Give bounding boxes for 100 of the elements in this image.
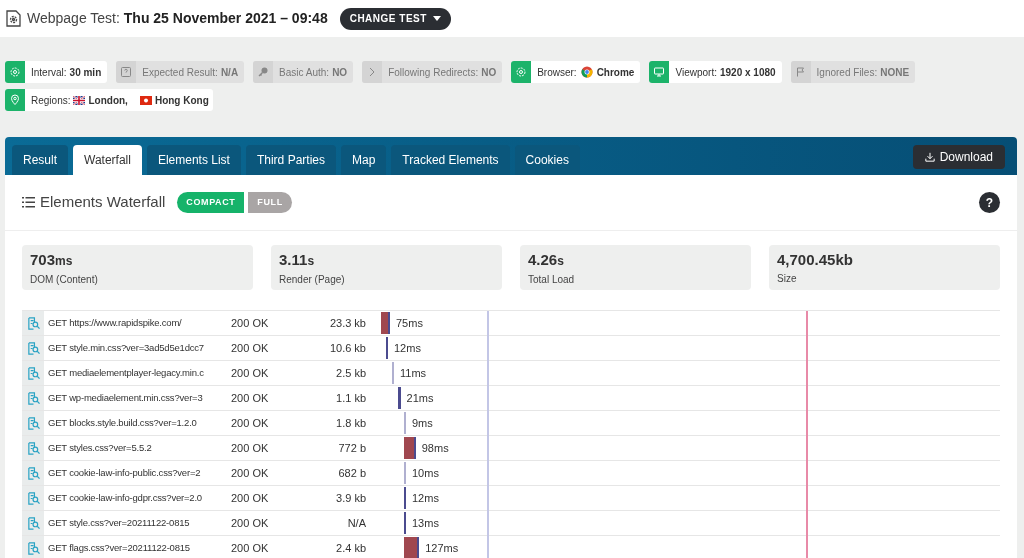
page-title: Webpage Test: Thu 25 November 2021 – 09:48 <box>27 9 328 28</box>
duration-text: 98ms <box>421 440 449 456</box>
inspect-icon[interactable] <box>26 516 40 530</box>
stat-value: 4,700.45kb <box>777 251 854 269</box>
document-gear-icon <box>6 10 21 27</box>
duration-text: 21ms <box>406 390 434 406</box>
browser-logo-icon <box>580 66 593 78</box>
request-url: GET style.min.css?ver=3ad5d5e1dcc7 <box>48 340 205 355</box>
inspect-icon[interactable] <box>26 541 40 555</box>
status-text: 200 OK <box>231 465 270 481</box>
stat-value: 4.26s <box>528 251 565 270</box>
filter-label: Regions: <box>31 93 71 108</box>
key-icon <box>257 66 270 78</box>
duration-text: 11ms <box>400 365 427 381</box>
tab[interactable]: Result <box>12 145 68 175</box>
download-icon <box>924 152 935 162</box>
status-text: 200 OK <box>231 415 270 431</box>
stat-value: 3.11s <box>279 251 316 270</box>
filter-value: 1920 x 1080 <box>719 65 776 80</box>
inspect-icon[interactable] <box>26 316 40 330</box>
request-url: GET blocks.style.build.css?ver=1.2.0 <box>48 415 198 430</box>
status-text: 200 OK <box>231 365 270 381</box>
list-icon <box>22 197 35 208</box>
inspect-icon[interactable] <box>26 491 40 505</box>
status-text: 200 OK <box>231 490 270 506</box>
caret-icon <box>432 16 441 21</box>
inspect-icon[interactable] <box>26 391 40 405</box>
size-text: 2.4 kb <box>335 540 366 556</box>
duration-text: 75ms <box>396 315 423 331</box>
stat-value: 703ms <box>30 251 74 270</box>
tab[interactable]: Elements List <box>146 145 241 175</box>
section-title: Elements Waterfall <box>40 192 166 213</box>
change-test-button[interactable]: CHANGE TEST <box>339 7 451 30</box>
stat-label: Size <box>777 272 798 286</box>
status-text: 200 OK <box>231 515 270 531</box>
status-text: 200 OK <box>231 340 270 356</box>
stat-label: Render (Page) <box>279 273 346 287</box>
status-text: 200 OK <box>231 315 270 331</box>
stat-label: DOM (Content) <box>30 273 99 287</box>
filter-value: NONE <box>880 65 910 80</box>
status-text: 200 OK <box>231 390 270 406</box>
gear-icon <box>515 66 528 78</box>
duration-text: 12ms <box>394 340 421 356</box>
tab[interactable]: Third Parties <box>245 145 336 175</box>
help-button[interactable]: ? <box>979 192 1000 213</box>
duration-text: 127ms <box>425 540 459 556</box>
filter-value: NO <box>481 65 497 80</box>
inspect-icon[interactable] <box>26 466 40 480</box>
hong-kong-flag-icon <box>139 95 152 105</box>
duration-text: 10ms <box>412 465 439 481</box>
duration-text: 9ms <box>412 415 433 431</box>
size-text: 10.6 kb <box>328 340 366 356</box>
filter-label: Ignored Files: <box>816 65 878 80</box>
tab[interactable]: Map <box>341 145 387 175</box>
size-text: N/A <box>346 515 366 531</box>
request-url: GET https://www.rapidspike.com/ <box>48 315 183 330</box>
status-text: 200 OK <box>231 440 270 456</box>
tab[interactable]: Waterfall <box>73 145 142 175</box>
filter-label: Browser: <box>537 65 577 80</box>
monitor-icon <box>653 66 666 78</box>
inspect-icon[interactable] <box>26 366 40 380</box>
request-url: GET styles.css?ver=5.5.2 <box>48 440 153 455</box>
location-pin-icon <box>9 94 21 106</box>
stat-label: Total Load <box>528 273 576 287</box>
request-url: GET cookie-law-info-public.css?ver=2 <box>48 465 202 480</box>
filter-label: Following Redirects: <box>388 65 479 80</box>
size-text: 23.3 kb <box>328 315 366 331</box>
region-name: Hong Kong <box>154 93 209 108</box>
status-text: 200 OK <box>231 540 270 556</box>
uk-flag-icon <box>73 95 86 105</box>
filter-label: Expected Result: <box>142 65 218 80</box>
size-text: 2.5 kb <box>335 365 366 381</box>
size-text: 1.8 kb <box>335 415 366 431</box>
tab[interactable]: Tracked Elements <box>391 145 510 175</box>
size-text: 682 b <box>337 465 366 481</box>
size-text: 1.1 kb <box>335 390 366 406</box>
inspect-icon[interactable] <box>26 441 40 455</box>
filter-value: 30 min <box>69 65 102 80</box>
inspect-icon[interactable] <box>26 416 40 430</box>
request-url: GET cookie-law-info-gdpr.css?ver=2.0 <box>48 490 203 505</box>
gear-icon <box>9 66 21 78</box>
filter-label: Basic Auth: <box>279 65 330 80</box>
filter-value: NO <box>332 65 348 80</box>
request-url: GET wp-mediaelement.min.css?ver=3 <box>48 390 204 405</box>
filter-label: Viewport: <box>675 65 717 80</box>
request-url: GET mediaelementplayer-legacy.min.c <box>48 365 205 380</box>
duration-text: 12ms <box>412 490 439 506</box>
inspect-icon[interactable] <box>26 341 40 355</box>
duration-text: 13ms <box>412 515 439 531</box>
flag-icon <box>794 66 807 78</box>
request-url: GET style.css?ver=20211122-0815 <box>48 515 191 530</box>
filter-value: N/A <box>220 65 239 80</box>
filter-value: Chrome <box>596 65 635 80</box>
request-url: GET flags.css?ver=20211122-0815 <box>48 540 191 555</box>
tab[interactable]: Cookies <box>514 145 580 175</box>
size-text: 772 b <box>337 440 366 456</box>
download-button[interactable]: Download <box>912 145 1005 169</box>
size-text: 3.9 kb <box>335 490 366 506</box>
question-icon <box>120 66 133 78</box>
region-name: London, <box>88 93 128 108</box>
